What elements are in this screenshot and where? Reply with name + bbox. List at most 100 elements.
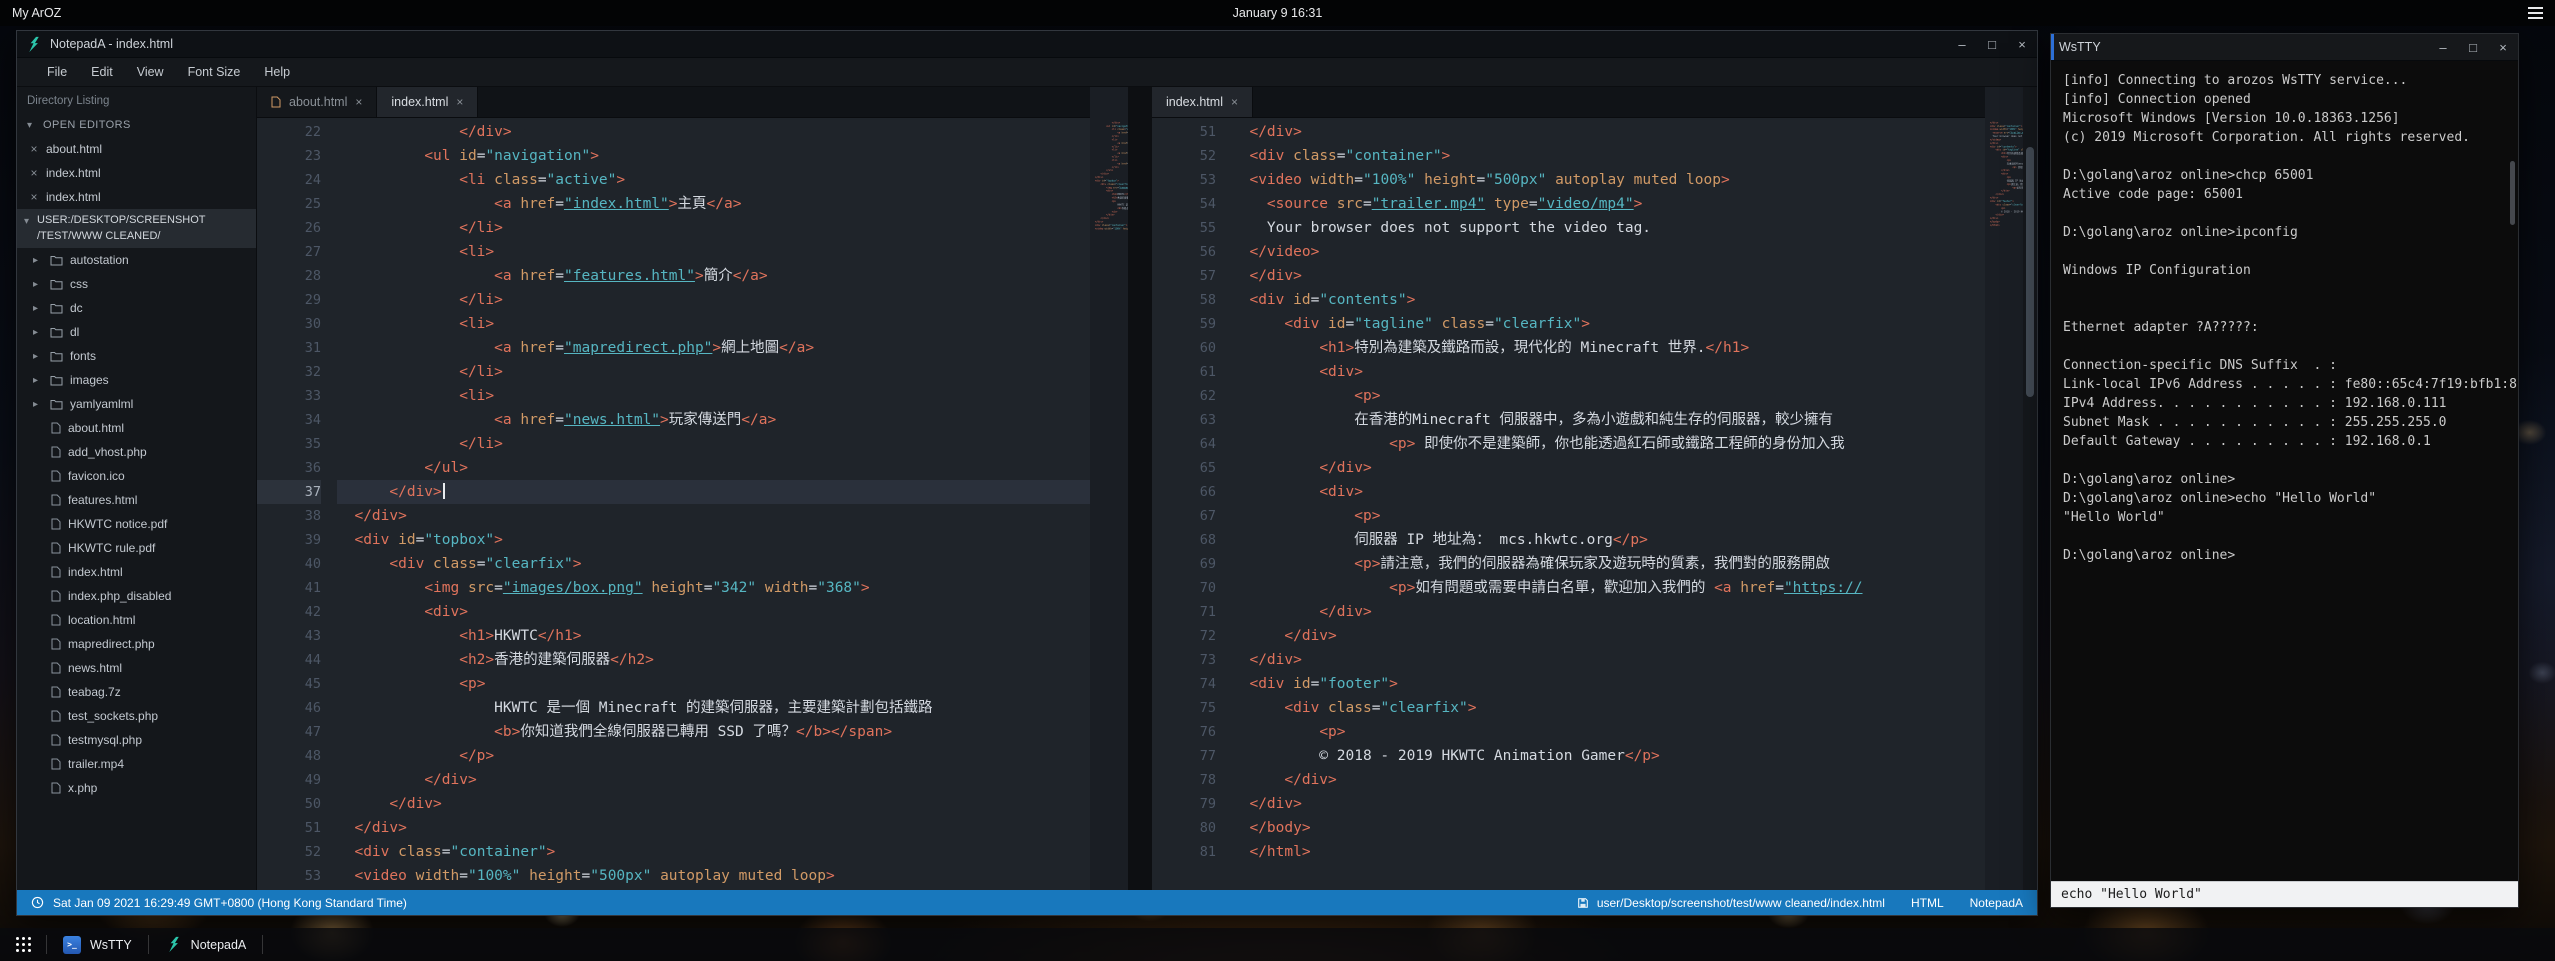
line-number[interactable]: 29 xyxy=(257,288,321,312)
line-number[interactable]: 46 xyxy=(257,696,321,720)
code-line[interactable]: <div> xyxy=(1232,480,1985,504)
code-line[interactable]: </div> xyxy=(337,768,1090,792)
code-line[interactable]: </div> xyxy=(337,792,1090,816)
close-button[interactable]: × xyxy=(2007,31,2037,57)
line-number[interactable]: 63 xyxy=(1152,408,1216,432)
code-line[interactable]: </div> xyxy=(1232,120,1985,144)
code-line[interactable]: <source src="trailer.mp4" type="video/mp… xyxy=(1232,192,1985,216)
code-line[interactable]: <div class="clearfix"> xyxy=(1232,696,1985,720)
code-line[interactable]: </div> xyxy=(1232,792,1985,816)
tree-root-folder[interactable]: ▾ USER:/DESKTOP/SCREENSHOT /TEST/WWW CLE… xyxy=(17,209,256,248)
line-number[interactable]: 26 xyxy=(257,216,321,240)
code-line[interactable]: <div id="topbox"> xyxy=(337,528,1090,552)
line-number[interactable]: 51 xyxy=(257,816,321,840)
code-line[interactable]: 伺服器 IP 地址為： mcs.hkwtc.org</p> xyxy=(1232,528,1985,552)
tree-file[interactable]: HKWTC notice.pdf xyxy=(17,512,256,536)
code-line[interactable]: <a href="mapredirect.php">網上地圖</a> xyxy=(337,336,1090,360)
notepada-titlebar[interactable]: NotepadA - index.html – □ × xyxy=(17,31,2037,58)
line-number[interactable]: 79 xyxy=(1152,792,1216,816)
code-line[interactable]: <p>如有問題或需要申請白名單，歡迎加入我們的 <a href="https:/… xyxy=(1232,576,1985,600)
code-line[interactable]: <video width="100%" height="500px" autop… xyxy=(337,864,1090,888)
code-line[interactable]: Your browser does not support the video … xyxy=(1232,216,1985,240)
line-number[interactable]: 34 xyxy=(257,408,321,432)
tree-file[interactable]: HKWTC rule.pdf xyxy=(17,536,256,560)
tree-folder[interactable]: ▸fonts xyxy=(17,344,256,368)
line-number[interactable]: 81 xyxy=(1152,840,1216,864)
code-line[interactable]: <div> xyxy=(337,600,1090,624)
code-line[interactable]: <b>你知道我們全線伺服器已轉用 SSD 了嗎？</b></span> xyxy=(337,720,1090,744)
minimize-button[interactable]: – xyxy=(1947,31,1977,57)
line-number[interactable]: 58 xyxy=(1152,288,1216,312)
line-number[interactable]: 66 xyxy=(1152,480,1216,504)
code-line[interactable]: <a href="news.html">玩家傳送門</a> xyxy=(337,408,1090,432)
code-line[interactable]: </div> xyxy=(1232,600,1985,624)
tab-index.html[interactable]: index.html× xyxy=(377,87,478,117)
app-launcher-grid-icon[interactable] xyxy=(0,928,46,961)
code-line[interactable]: <img src="images/box.png" height="342" w… xyxy=(337,576,1090,600)
close-editor-icon[interactable]: × xyxy=(29,166,39,180)
line-number[interactable]: 49 xyxy=(257,768,321,792)
code-line[interactable]: </html> xyxy=(1232,840,1985,864)
line-number[interactable]: 53 xyxy=(1152,168,1216,192)
minimap-right[interactable]: </div> <div class="container"> <video wi… xyxy=(1985,87,2023,890)
line-number[interactable]: 45 xyxy=(257,672,321,696)
line-number[interactable]: 64 xyxy=(1152,432,1216,456)
code-line[interactable]: </div> xyxy=(337,120,1090,144)
line-number[interactable]: 57 xyxy=(1152,264,1216,288)
code-line[interactable]: </body> xyxy=(1232,816,1985,840)
line-number[interactable]: 76 xyxy=(1152,720,1216,744)
line-number[interactable]: 23 xyxy=(257,144,321,168)
line-number[interactable]: 51 xyxy=(1152,120,1216,144)
line-number[interactable]: 42 xyxy=(257,600,321,624)
scrollbar-thumb[interactable] xyxy=(2026,147,2034,397)
code-line[interactable]: </div> xyxy=(1232,648,1985,672)
tree-file[interactable]: testmysql.php xyxy=(17,728,256,752)
code-line[interactable]: © 2018 - 2019 HKWTC Animation Gamer</p> xyxy=(1232,744,1985,768)
line-number[interactable]: 61 xyxy=(1152,360,1216,384)
line-number[interactable]: 36 xyxy=(257,456,321,480)
line-number[interactable]: 44 xyxy=(257,648,321,672)
pane-splitter[interactable] xyxy=(1128,87,1152,890)
line-number[interactable]: 62 xyxy=(1152,384,1216,408)
code-editor-left[interactable]: </div> <ul id="navigation"> <li class="a… xyxy=(337,120,1090,890)
open-editor-item[interactable]: ×index.html xyxy=(17,185,256,209)
line-number[interactable]: 53 xyxy=(257,864,321,888)
editor-scrollbar[interactable] xyxy=(2023,87,2037,890)
status-language-mode[interactable]: HTML xyxy=(1911,896,1944,910)
code-line[interactable]: <a href="index.html">主頁</a> xyxy=(337,192,1090,216)
terminal-scrollbar-thumb[interactable] xyxy=(2510,161,2515,225)
tree-file[interactable]: location.html xyxy=(17,608,256,632)
menu-view[interactable]: View xyxy=(125,58,176,87)
tree-folder[interactable]: ▸dc xyxy=(17,296,256,320)
line-number[interactable]: 28 xyxy=(257,264,321,288)
tree-file[interactable]: favicon.ico xyxy=(17,464,256,488)
close-editor-icon[interactable]: × xyxy=(29,190,39,204)
tree-file[interactable]: features.html xyxy=(17,488,256,512)
line-number[interactable]: 74 xyxy=(1152,672,1216,696)
menu-help[interactable]: Help xyxy=(252,58,302,87)
code-line[interactable]: </div> xyxy=(1232,264,1985,288)
code-line[interactable]: <video width="100%" height="500px" autop… xyxy=(1232,168,1985,192)
menu-file[interactable]: File xyxy=(35,58,79,87)
line-number[interactable]: 78 xyxy=(1152,768,1216,792)
code-line[interactable]: <ul id="navigation"> xyxy=(337,144,1090,168)
wstty-titlebar[interactable]: WsTTY – □ × xyxy=(2051,34,2518,61)
line-number-gutter[interactable]: 2223242526272829303132333435363738394041… xyxy=(257,120,337,890)
line-number[interactable]: 43 xyxy=(257,624,321,648)
tree-file[interactable]: mapredirect.php xyxy=(17,632,256,656)
code-line[interactable]: <div class="container"> xyxy=(1232,144,1985,168)
open-editors-section[interactable]: ▾ OPEN EDITORS xyxy=(17,113,256,137)
tab-close-icon[interactable]: × xyxy=(456,95,463,109)
code-line[interactable]: 在香港的Minecraft 伺服器中，多為小遊戲和純生存的伺服器，較少擁有 xyxy=(1232,408,1985,432)
line-number[interactable]: 38 xyxy=(257,504,321,528)
code-line[interactable]: </li> xyxy=(337,360,1090,384)
code-line[interactable]: </li> xyxy=(337,216,1090,240)
line-number[interactable]: 32 xyxy=(257,360,321,384)
line-number[interactable]: 80 xyxy=(1152,816,1216,840)
tree-file[interactable]: test_sockets.php xyxy=(17,704,256,728)
code-line[interactable]: HKWTC 是一個 Minecraft 的建築伺服器，主要建築計劃包括鐵路 xyxy=(337,696,1090,720)
code-line[interactable]: </div> xyxy=(337,504,1090,528)
code-line[interactable]: <p> xyxy=(337,672,1090,696)
line-number[interactable]: 30 xyxy=(257,312,321,336)
code-line[interactable]: <div class="container"> xyxy=(337,840,1090,864)
